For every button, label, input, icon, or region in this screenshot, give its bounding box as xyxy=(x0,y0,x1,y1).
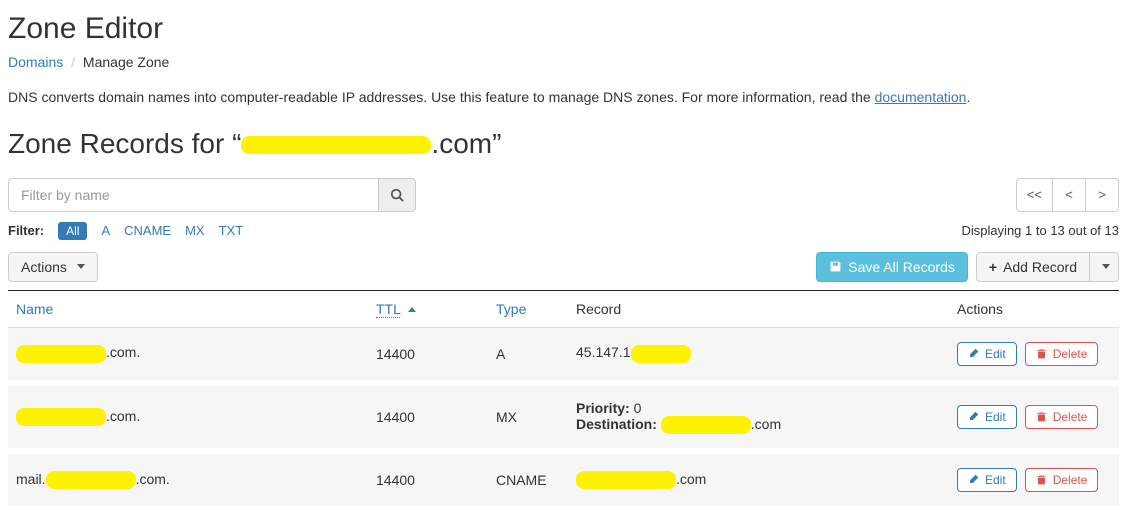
caret-down-icon xyxy=(1102,264,1110,269)
add-record-group: + Add Record xyxy=(976,252,1119,282)
cell-actions: Edit Delete xyxy=(949,451,1119,506)
cell-actions: Edit Delete xyxy=(949,327,1119,383)
table-row: .com.14400MXPriority: 0Destination: .com… xyxy=(8,383,1119,451)
section-title-pre: Zone Records for “ xyxy=(8,128,241,159)
intro-post: . xyxy=(966,89,970,105)
trash-icon xyxy=(1036,348,1047,359)
intro-pre: DNS converts domain names into computer-… xyxy=(8,89,875,105)
redacted-domain xyxy=(241,136,431,154)
cell-record: .com xyxy=(568,451,949,506)
redacted-name xyxy=(46,471,136,489)
redacted-record xyxy=(631,345,691,363)
section-title-post: .com” xyxy=(431,128,501,159)
breadcrumb: Domains / Manage Zone xyxy=(8,54,1119,70)
pager-first-button[interactable]: << xyxy=(1016,178,1053,212)
cell-ttl: 14400 xyxy=(368,327,488,383)
trash-icon xyxy=(1036,411,1047,422)
edit-button[interactable]: Edit xyxy=(957,468,1017,492)
cell-type: A xyxy=(488,327,568,383)
cell-ttl: 14400 xyxy=(368,383,488,451)
filter-input-group xyxy=(8,178,416,212)
col-header-actions: Actions xyxy=(949,290,1119,327)
actions-dropdown-button[interactable]: Actions xyxy=(8,252,98,282)
filter-txt-tab[interactable]: TXT xyxy=(219,223,244,238)
save-all-label: Save All Records xyxy=(848,259,955,275)
filter-cname-tab[interactable]: CNAME xyxy=(124,223,171,238)
col-header-ttl[interactable]: TTL xyxy=(368,290,488,327)
documentation-link[interactable]: documentation xyxy=(875,89,967,105)
search-icon xyxy=(390,188,404,202)
edit-button[interactable]: Edit xyxy=(957,405,1017,429)
actions-button-label: Actions xyxy=(21,259,67,275)
cell-record: 45.147.1 xyxy=(568,327,949,383)
filter-mx-tab[interactable]: MX xyxy=(185,223,205,238)
pager-prev-button[interactable]: < xyxy=(1052,178,1086,212)
delete-button[interactable]: Delete xyxy=(1025,405,1099,429)
delete-button[interactable]: Delete xyxy=(1025,342,1099,366)
breadcrumb-current: Manage Zone xyxy=(83,54,169,70)
records-table: Name TTL Type Record Actions .com.14400A… xyxy=(8,290,1119,506)
section-title: Zone Records for “ .com” xyxy=(8,128,1119,160)
edit-button[interactable]: Edit xyxy=(957,342,1017,366)
cell-ttl: 14400 xyxy=(368,451,488,506)
cell-name: mail. .com. xyxy=(8,451,368,506)
col-header-record: Record xyxy=(568,290,949,327)
redacted-name xyxy=(16,345,106,363)
filter-all-tab[interactable]: All xyxy=(58,222,87,240)
intro-text: DNS converts domain names into computer-… xyxy=(8,88,1119,108)
cell-record: Priority: 0Destination: .com xyxy=(568,383,949,451)
pagination-status: Displaying 1 to 13 out of 13 xyxy=(961,223,1119,238)
cell-type: CNAME xyxy=(488,451,568,506)
caret-down-icon xyxy=(77,264,85,269)
add-record-dropdown-button[interactable] xyxy=(1089,252,1119,282)
add-record-label: Add Record xyxy=(1003,259,1077,275)
redacted-name xyxy=(16,408,106,426)
redacted-destination xyxy=(661,416,751,434)
sort-asc-icon xyxy=(408,307,416,312)
delete-button[interactable]: Delete xyxy=(1025,468,1099,492)
page-title: Zone Editor xyxy=(8,12,1119,46)
breadcrumb-separator: / xyxy=(67,54,79,70)
add-record-button[interactable]: + Add Record xyxy=(976,252,1090,282)
table-row: mail. .com.14400CNAME .com Edit Delete xyxy=(8,451,1119,506)
plus-icon: + xyxy=(989,259,997,275)
pager: << < > xyxy=(1016,178,1119,212)
filter-label: Filter: xyxy=(8,223,44,238)
table-row: .com.14400A45.147.1 Edit Delete xyxy=(8,327,1119,383)
col-header-type[interactable]: Type xyxy=(488,290,568,327)
ttl-header-label: TTL xyxy=(376,301,400,318)
breadcrumb-domains-link[interactable]: Domains xyxy=(8,54,63,70)
cell-actions: Edit Delete xyxy=(949,383,1119,451)
filter-search-button[interactable] xyxy=(378,178,416,212)
cell-type: MX xyxy=(488,383,568,451)
cell-name: .com. xyxy=(8,383,368,451)
pencil-icon xyxy=(968,411,979,422)
filter-input[interactable] xyxy=(8,178,378,212)
save-all-records-button[interactable]: Save All Records xyxy=(816,252,968,282)
pager-next-button[interactable]: > xyxy=(1085,178,1119,212)
trash-icon xyxy=(1036,474,1047,485)
save-icon xyxy=(829,260,842,273)
pencil-icon xyxy=(968,474,979,485)
filter-a-tab[interactable]: A xyxy=(101,223,110,238)
pencil-icon xyxy=(968,348,979,359)
cell-name: .com. xyxy=(8,327,368,383)
col-header-name[interactable]: Name xyxy=(8,290,368,327)
redacted-record xyxy=(576,471,676,489)
